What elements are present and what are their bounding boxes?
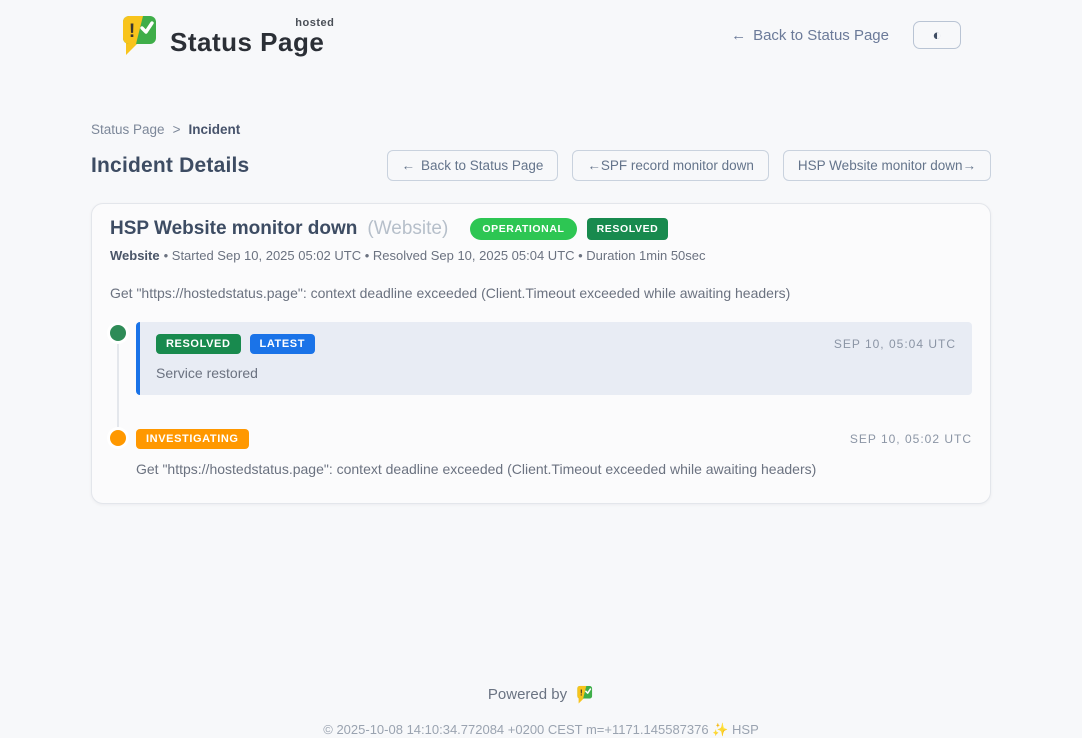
back-to-status-page-link[interactable]: ← Back to Status Page (731, 27, 889, 44)
contrast-icon: ◐ (932, 27, 941, 44)
update-timestamp: SEP 10, 05:04 UTC (834, 337, 956, 351)
latest-update-panel: RESOLVED LATEST SEP 10, 05:04 UTC Servic… (136, 322, 972, 395)
timeline-dot-resolved (110, 325, 126, 341)
svg-text:!: ! (129, 21, 135, 42)
breadcrumb-separator: > (173, 122, 181, 137)
main-content: Status Page > Incident Incident Details … (91, 122, 991, 738)
update-message: Get "https://hostedstatus.page": context… (136, 461, 972, 477)
footer-logo-icon[interactable]: ! (575, 684, 594, 705)
arrow-left-icon: ← (587, 158, 601, 173)
footer: Powered by ! © 2025-10-08 14:10:34.77208… (91, 684, 991, 738)
resolved-badge: RESOLVED (156, 334, 241, 354)
back-to-status-page-button[interactable]: ← Back to Status Page (387, 150, 559, 181)
powered-by-label: Powered by (488, 686, 567, 703)
theme-toggle-button[interactable]: ◐ (913, 21, 961, 49)
meta-details: • Started Sep 10, 2025 05:02 UTC • Resol… (164, 248, 706, 263)
incident-component: (Website) (367, 218, 448, 240)
page-title: Incident Details (91, 154, 249, 178)
incident-description: Get "https://hostedstatus.page": context… (110, 285, 972, 301)
incident-timeline: RESOLVED LATEST SEP 10, 05:04 UTC Servic… (110, 322, 972, 477)
timeline-dot-investigating (110, 430, 126, 446)
logo-superscript: hosted (295, 17, 334, 29)
timeline-entry: INVESTIGATING SEP 10, 05:02 UTC Get "htt… (110, 427, 972, 477)
update-timestamp: SEP 10, 05:02 UTC (850, 432, 972, 446)
breadcrumb-item-status-page[interactable]: Status Page (91, 122, 165, 137)
investigating-badge: INVESTIGATING (136, 429, 249, 449)
arrow-left-icon: ← (402, 158, 416, 173)
next-incident-button[interactable]: HSP Website monitor down → (783, 150, 991, 181)
app-logo[interactable]: ! Status Page hosted (118, 12, 330, 58)
update-message: Service restored (156, 365, 956, 381)
prev-incident-button[interactable]: ← SPF record monitor down (572, 150, 769, 181)
breadcrumb-item-incident: Incident (188, 122, 240, 137)
meta-component-name: Website (110, 248, 160, 263)
breadcrumb: Status Page > Incident (91, 122, 991, 137)
arrow-right-icon: → (963, 158, 977, 173)
incident-meta: Website • Started Sep 10, 2025 05:02 UTC … (110, 248, 972, 263)
status-bubble-logo-icon: ! (118, 12, 160, 58)
svg-text:!: ! (580, 687, 583, 697)
incident-nav-buttons: ← Back to Status Page ← SPF record monit… (387, 150, 991, 181)
header: ! Status Page hosted ← Back to Status Pa… (91, 0, 991, 58)
back-link-label: Back to Status Page (753, 27, 889, 44)
incident-card: HSP Website monitor down (Website) OPERA… (91, 203, 991, 504)
timeline-entry: RESOLVED LATEST SEP 10, 05:04 UTC Servic… (110, 322, 972, 395)
copyright-text: © 2025-10-08 14:10:34.772084 +0200 CEST … (91, 722, 991, 738)
arrow-left-icon: ← (731, 27, 746, 44)
incident-title: HSP Website monitor down (110, 218, 357, 240)
resolved-status-badge: RESOLVED (587, 218, 669, 240)
latest-badge: LATEST (250, 334, 316, 354)
logo-title: Status Page (170, 27, 324, 57)
operational-status-badge: OPERATIONAL (470, 218, 576, 240)
